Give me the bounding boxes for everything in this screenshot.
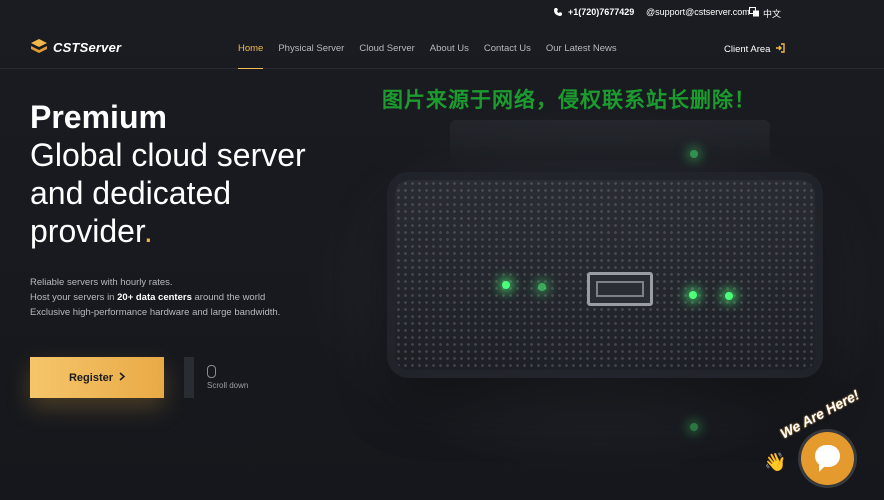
hero-title-line-3: provider. [30,213,153,250]
chat-bubble-icon [815,445,840,472]
server-image-top [450,120,770,160]
login-icon [775,43,786,56]
nav-item-about-us[interactable]: About Us [430,43,469,54]
support-email[interactable]: @support@cstserver.com [646,7,750,17]
waving-hand-icon: 👋 [764,452,787,472]
hero-title-line-2: and dedicated [30,175,232,211]
register-label: Register [68,371,114,384]
nav-item-home[interactable]: Home [238,43,264,69]
hero-subtitle-2-pre: Host your servers in [30,292,118,303]
led-icon [538,283,546,291]
led-icon [689,291,697,299]
logo-text: CSTServer [53,39,122,55]
hero-title-line-1: Global cloud server [30,137,306,173]
hero-subtitle-1: Reliable servers with hourly rates. [30,277,173,288]
scroll-down-link[interactable]: Scroll down [207,381,248,390]
register-button[interactable]: Register [30,357,164,398]
nav-item-contact-us[interactable]: Contact Us [484,43,531,54]
logo[interactable]: CSTServer [30,38,121,56]
hero-title-dot: . [143,213,153,249]
hero-title-word: provider [30,213,144,249]
chevron-right-icon [119,371,126,384]
phone-number[interactable]: +1(720)7677429 [568,7,634,17]
mouse-icon [207,365,216,378]
nav-item-latest-news[interactable]: Our Latest News [546,43,617,54]
client-area-link[interactable]: Client Area [724,43,786,56]
watermark-text: 图片来源于网络，侵权联系站长删除！ [382,89,756,112]
nav-item-physical-server[interactable]: Physical Server [278,43,344,54]
led-icon [502,281,510,289]
hero-subtitle-2-bold: 20+ data centers [117,292,192,303]
hero-subtitle-2-post: around the world [191,292,266,303]
chat-button[interactable] [801,432,854,485]
hero-subtitle-2: Host your servers in 20+ data centers ar… [30,292,265,303]
server-handle-icon [587,272,653,306]
client-area-label: Client Area [724,44,771,55]
led-icon [690,150,698,158]
top-bar: +1(720)7677429 @support@cstserver.com 中文 [0,0,884,26]
phone-icon [553,7,563,19]
led-icon [725,292,733,300]
language-switch[interactable]: 中文 [763,7,781,20]
nav-item-cloud-server[interactable]: Cloud Server [359,43,414,54]
translate-icon[interactable] [749,7,760,19]
header-divider [0,68,884,69]
main-nav: Home Physical Server Cloud Server About … [238,43,617,69]
logo-icon [30,38,48,56]
hero-subtitle-3: Exclusive high-performance hardware and … [30,307,281,318]
led-icon [690,423,698,431]
scroll-indicator-bar [184,357,194,398]
hero-title-bold: Premium [30,99,167,135]
